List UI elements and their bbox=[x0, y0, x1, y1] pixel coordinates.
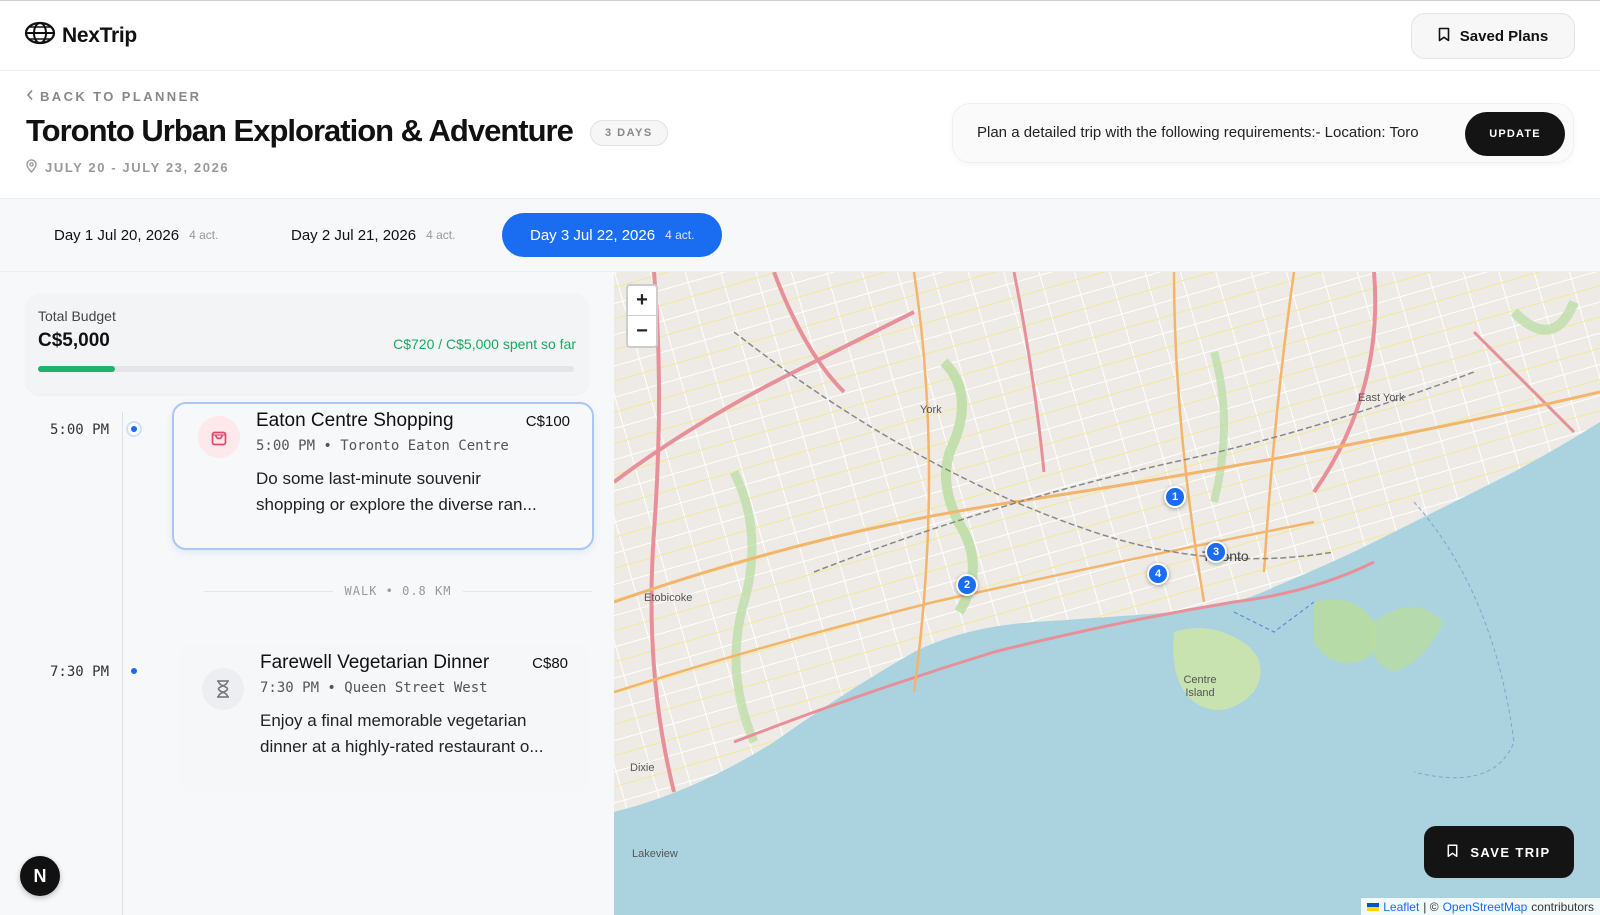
shopping-bag-icon bbox=[198, 416, 240, 458]
activity-meta: 7:30 PM • Queen Street West bbox=[260, 680, 488, 696]
attribution-contributors: contributors bbox=[1531, 900, 1594, 914]
map-attribution: Leaflet | © OpenStreetMap contributors bbox=[1361, 898, 1600, 915]
saved-plans-label: Saved Plans bbox=[1459, 27, 1549, 45]
itinerary-panel[interactable]: Total Budget C$5,000 C$720 / C$5,000 spe… bbox=[0, 272, 614, 915]
map-label-etobicoke: Etobicoke bbox=[644, 592, 693, 604]
tab-day-count: 4 act. bbox=[189, 228, 219, 242]
activity-description: Enjoy a final memorable vegetarian dinne… bbox=[260, 708, 580, 760]
map-label-dixie: Dixie bbox=[630, 762, 655, 774]
map-marker-2[interactable]: 2 bbox=[956, 574, 978, 596]
timeline-dot bbox=[131, 668, 137, 674]
budget-label: Total Budget bbox=[38, 308, 116, 324]
map-label-centre-island: Centre Island bbox=[1183, 674, 1217, 699]
activity-description-line: Do some last-minute souvenir bbox=[256, 469, 481, 488]
budget-card: Total Budget C$5,000 C$720 / C$5,000 spe… bbox=[26, 294, 588, 394]
leaflet-link[interactable]: Leaflet bbox=[1383, 900, 1419, 914]
saved-plans-button[interactable]: Saved Plans bbox=[1411, 13, 1575, 59]
activity-time: 7:30 PM bbox=[50, 664, 110, 680]
brand[interactable]: NexTrip bbox=[24, 21, 137, 50]
brand-name: NexTrip bbox=[62, 23, 137, 47]
zoom-out-button[interactable]: − bbox=[628, 316, 656, 346]
timeline-line bbox=[122, 412, 123, 915]
tab-day-2[interactable]: Day 2 Jul 21, 2026 4 act. bbox=[263, 213, 483, 257]
attribution-separator: | © bbox=[1423, 900, 1439, 914]
budget-progress-bar bbox=[38, 366, 574, 372]
timeline-dot-active bbox=[126, 421, 142, 437]
activity-price: C$80 bbox=[532, 655, 568, 672]
page-title: Toronto Urban Exploration & Adventure bbox=[26, 113, 574, 148]
activity-card-eaton-centre[interactable]: Eaton Centre Shopping C$100 5:00 PM • To… bbox=[172, 402, 594, 550]
back-to-planner-link[interactable]: BACK TO PLANNER bbox=[26, 89, 201, 104]
map-marker-4[interactable]: 4 bbox=[1147, 563, 1169, 585]
zoom-control: + − bbox=[626, 284, 658, 348]
trip-map[interactable]: + − York East York Toronto Etobicoke Cen… bbox=[614, 272, 1600, 915]
walk-separator-text: WALK • 0.8 KM bbox=[332, 584, 464, 598]
bookmark-icon bbox=[1438, 27, 1450, 46]
activity-description: Do some last-minute souvenir shopping or… bbox=[256, 466, 576, 518]
update-button[interactable]: UPDATE bbox=[1465, 112, 1565, 156]
map-marker-1[interactable]: 1 bbox=[1164, 486, 1186, 508]
location-pin-icon bbox=[26, 159, 37, 176]
hourglass-icon bbox=[202, 668, 244, 710]
chevron-left-icon bbox=[26, 89, 34, 104]
activity-description-line: Enjoy a final memorable vegetarian bbox=[260, 711, 527, 730]
days-badge: 3 DAYS bbox=[590, 120, 668, 146]
activity-card-farewell-dinner[interactable]: Farewell Vegetarian Dinner C$80 7:30 PM … bbox=[178, 644, 590, 792]
walk-separator: WALK • 0.8 KM bbox=[204, 583, 592, 599]
budget-progress-fill bbox=[38, 366, 116, 372]
map-tiles[interactable] bbox=[614, 272, 1600, 915]
map-label-york: York bbox=[920, 404, 942, 416]
zoom-in-button[interactable]: + bbox=[628, 286, 656, 316]
prompt-input[interactable]: Plan a detailed trip with the following … bbox=[977, 124, 1457, 141]
floating-n-badge[interactable]: N bbox=[20, 856, 60, 896]
budget-spent: C$720 / C$5,000 spent so far bbox=[393, 336, 576, 352]
map-marker-3[interactable]: 3 bbox=[1205, 541, 1227, 563]
globe-icon bbox=[24, 21, 56, 50]
activity-meta: 5:00 PM • Toronto Eaton Centre bbox=[256, 438, 509, 454]
activity-description-line: shopping or explore the diverse ran... bbox=[256, 495, 537, 514]
save-trip-label: SAVE TRIP bbox=[1470, 844, 1551, 860]
tab-day-label: Day 3 Jul 22, 2026 bbox=[530, 226, 656, 244]
activity-time: 5:00 PM bbox=[50, 422, 110, 438]
tab-day-3[interactable]: Day 3 Jul 22, 2026 4 act. bbox=[502, 213, 723, 257]
save-trip-button[interactable]: SAVE TRIP bbox=[1424, 826, 1574, 878]
prompt-box: Plan a detailed trip with the following … bbox=[952, 103, 1574, 163]
map-label-lakeview: Lakeview bbox=[632, 848, 678, 860]
activity-title: Eaton Centre Shopping bbox=[256, 410, 454, 431]
budget-total: C$5,000 bbox=[38, 330, 110, 351]
openstreetmap-link[interactable]: OpenStreetMap bbox=[1443, 900, 1528, 914]
tab-day-label: Day 1 Jul 20, 2026 bbox=[54, 226, 180, 244]
tab-day-1[interactable]: Day 1 Jul 20, 2026 4 act. bbox=[26, 213, 246, 257]
day-tabs: Day 1 Jul 20, 2026 4 act. Day 2 Jul 21, … bbox=[0, 198, 1600, 272]
tab-day-count: 4 act. bbox=[665, 228, 695, 242]
top-bar: NexTrip Saved Plans bbox=[0, 1, 1600, 71]
bookmark-icon bbox=[1447, 844, 1458, 861]
map-label-east-york: East York bbox=[1358, 392, 1405, 404]
back-to-planner-label: BACK TO PLANNER bbox=[40, 89, 202, 104]
trip-dates-text: JULY 20 - JULY 23, 2026 bbox=[45, 160, 230, 175]
tab-day-label: Day 2 Jul 21, 2026 bbox=[291, 226, 417, 244]
ukraine-flag-icon bbox=[1367, 900, 1380, 914]
activity-price: C$100 bbox=[525, 413, 570, 430]
tab-day-count: 4 act. bbox=[426, 228, 456, 242]
trip-dates: JULY 20 - JULY 23, 2026 bbox=[26, 159, 229, 176]
activity-title: Farewell Vegetarian Dinner bbox=[260, 652, 490, 673]
activity-description-line: dinner at a highly-rated restaurant o... bbox=[260, 737, 544, 756]
